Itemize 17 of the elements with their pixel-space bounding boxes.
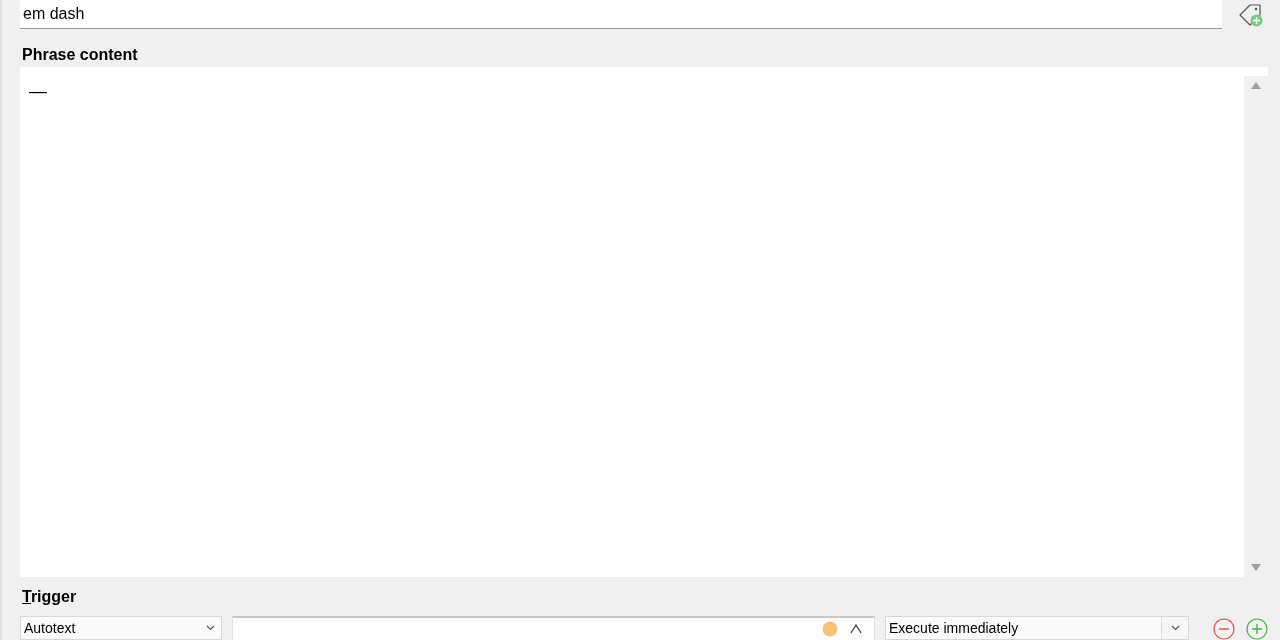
trigger-type-dropdown[interactable]: Autotext [20, 616, 222, 640]
caret-icon [1170, 625, 1180, 631]
content-editor[interactable]: — [20, 66, 1268, 577]
section-label: Phrase content [21, 44, 139, 65]
abbreviation-field[interactable] [232, 616, 875, 640]
caret-icon [206, 625, 215, 631]
name-field[interactable]: em dash [20, 0, 1222, 30]
section-label: Trigger [21, 587, 78, 607]
dropdown-button[interactable] [1162, 616, 1189, 640]
add-tag-icon[interactable] [1238, 1, 1264, 28]
execution-dropdown[interactable]: Execute immediately [885, 616, 1162, 640]
scroll-up-icon[interactable] [1251, 81, 1261, 89]
remove-icon[interactable] [1213, 618, 1235, 640]
emoji-icon[interactable] [822, 621, 838, 637]
add-icon[interactable] [1246, 618, 1268, 640]
scroll-down-icon[interactable] [1251, 564, 1261, 571]
phrase-text: — [29, 79, 47, 102]
